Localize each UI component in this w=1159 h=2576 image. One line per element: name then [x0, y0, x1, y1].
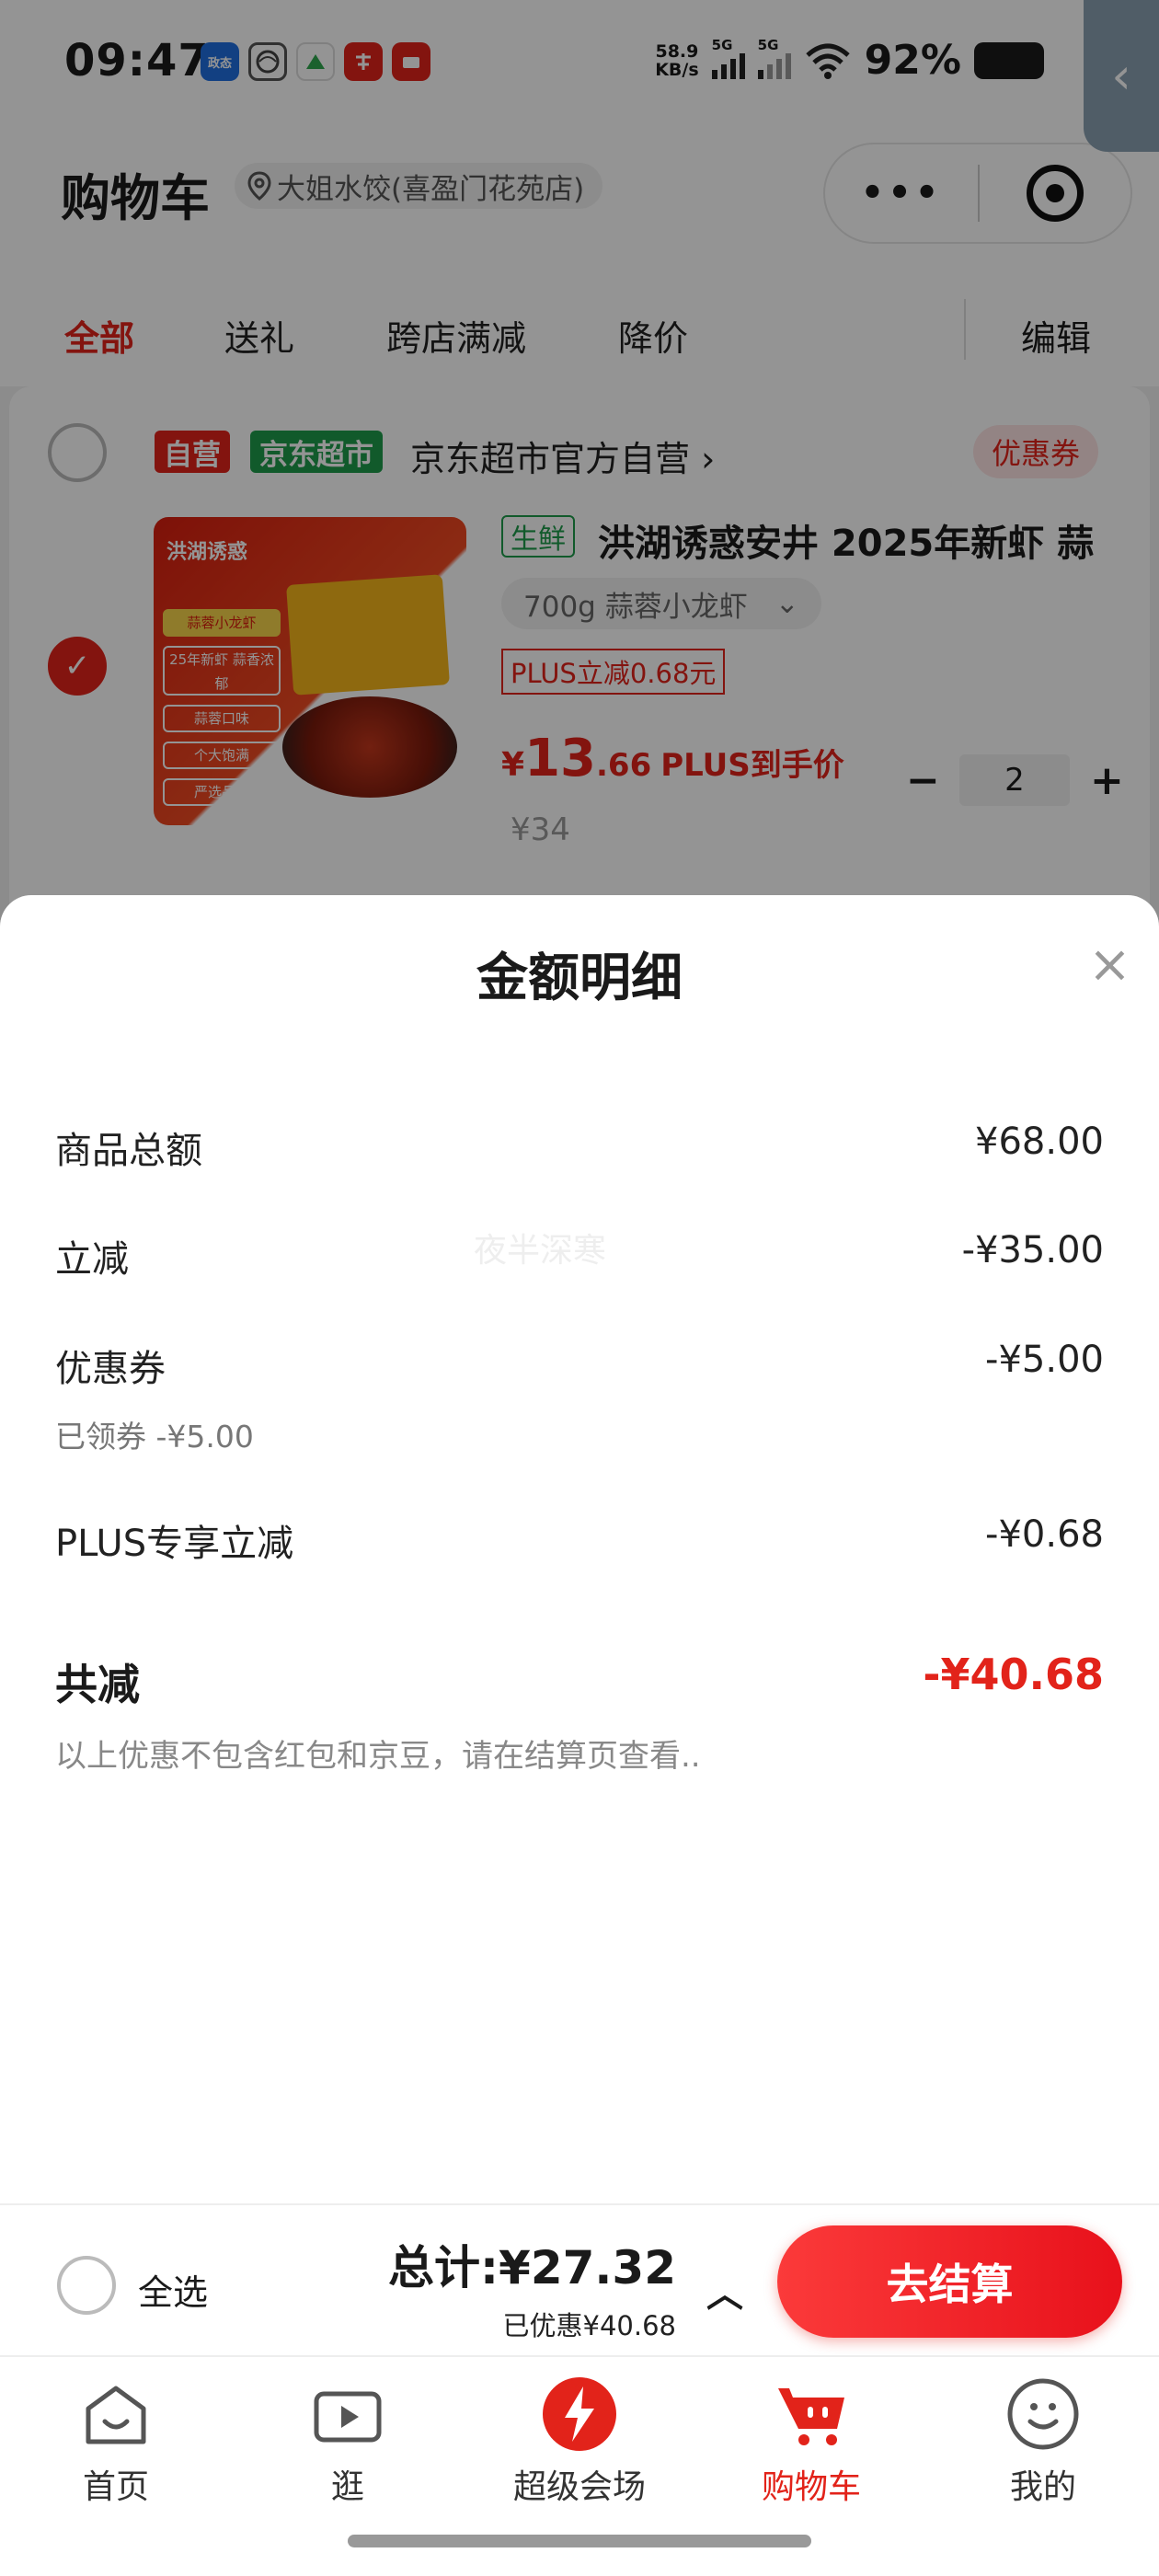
nav-mine[interactable]: 我的	[927, 2375, 1159, 2508]
total-discount-value: -¥40.68	[923, 1650, 1104, 1699]
sheet-title: 金额明细	[476, 949, 683, 1008]
detail-label-plus: PLUS专享立减	[55, 1523, 294, 1565]
nav-cart[interactable]: 购物车	[695, 2375, 927, 2508]
detail-label-coupon: 优惠券	[55, 1348, 166, 1390]
detail-sub-coupon: 已领券 -¥5.00	[55, 1419, 254, 1455]
super-venue-icon	[541, 2375, 618, 2453]
nav-browse[interactable]: 逛	[232, 2375, 464, 2508]
nav-super-venue[interactable]: 超级会场	[464, 2375, 695, 2508]
amount-details-sheet: 金额明细 × 商品总额 ¥68.00 立减 夜半深寒 -¥35.00 优惠券 -…	[0, 895, 1159, 2203]
video-play-icon	[309, 2375, 386, 2453]
select-all-label[interactable]: 全选	[138, 2264, 208, 2315]
detail-value-coupon: -¥5.00	[985, 1339, 1104, 1381]
checkout-button[interactable]: 去结算	[777, 2225, 1122, 2338]
checkout-total: 总计:¥27.32 已优惠¥40.68	[388, 2231, 676, 2343]
nav-home[interactable]: 首页	[0, 2375, 232, 2508]
close-icon[interactable]: ×	[1088, 939, 1131, 991]
home-indicator[interactable]	[348, 2535, 811, 2547]
home-icon	[77, 2375, 155, 2453]
watermark-text: 夜半深寒	[474, 1232, 607, 1270]
checkout-bar: 全选 总计:¥27.32 已优惠¥40.68 ︿ 去结算	[0, 2203, 1159, 2355]
detail-value-goods-total: ¥68.00	[975, 1121, 1104, 1163]
cart-icon	[773, 2375, 850, 2453]
total-price: 总计:¥27.32	[388, 2241, 676, 2294]
select-all-checkbox[interactable]	[57, 2256, 116, 2315]
detail-value-plus: -¥0.68	[985, 1513, 1104, 1556]
saved-amount: 已优惠¥40.68	[502, 2310, 676, 2341]
total-discount-label: 共减	[55, 1660, 140, 1709]
detail-label-instant-discount: 立减	[55, 1238, 129, 1281]
chevron-up-icon[interactable]: ︿	[706, 2264, 743, 2317]
detail-label-goods-total: 商品总额	[55, 1130, 202, 1172]
detail-value-instant-discount: -¥35.00	[961, 1229, 1104, 1271]
total-discount-note: 以上优惠不包含红包和京豆，请在结算页查看..	[55, 1738, 701, 1775]
profile-face-icon	[1004, 2375, 1082, 2453]
